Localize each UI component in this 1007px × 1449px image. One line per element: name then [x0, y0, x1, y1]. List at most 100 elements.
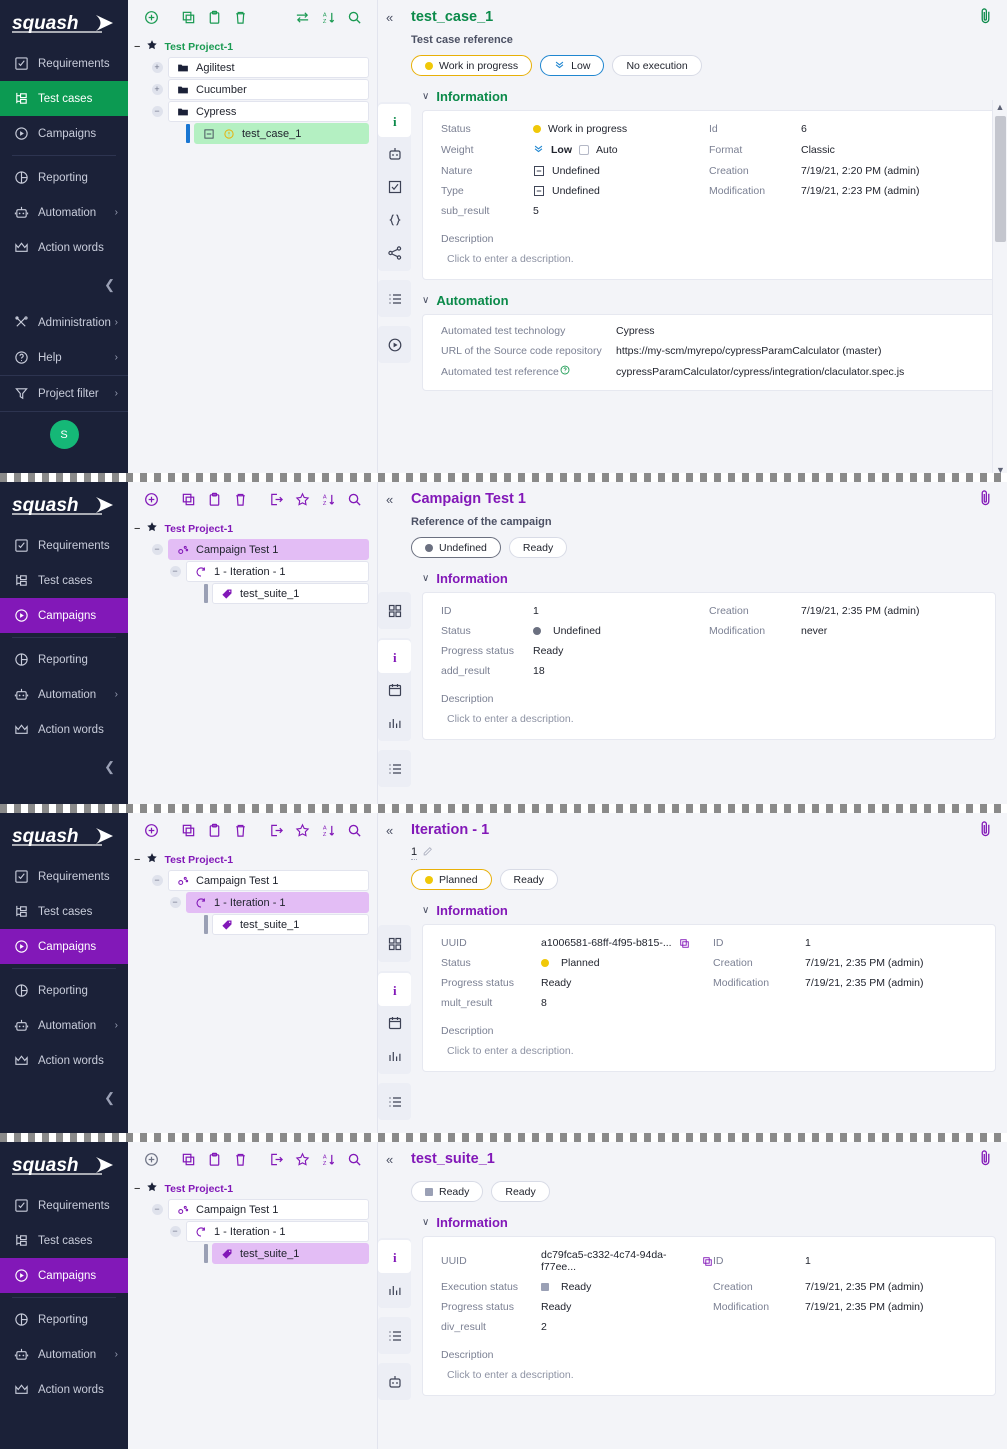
status-badge-undefined[interactable]: Undefined — [411, 537, 501, 558]
section-information-header[interactable]: ∨ Information — [422, 1215, 1007, 1230]
rail-tab-info[interactable]: i — [378, 104, 411, 137]
tree-node-row[interactable]: test_case_1 — [194, 123, 369, 144]
rail-tab-parameters[interactable] — [378, 203, 411, 236]
section-information-header[interactable]: ∨ Information — [422, 571, 1007, 586]
paste-icon[interactable] — [201, 486, 227, 512]
description-placeholder[interactable]: Click to enter a description. — [429, 713, 995, 725]
section-information-header[interactable]: ∨ Information — [422, 903, 1007, 918]
search-icon[interactable] — [341, 486, 367, 512]
nav-collapse-button[interactable]: ❮ — [0, 1078, 128, 1118]
sort-icon[interactable]: AZ — [315, 4, 341, 30]
sidebar-item-requirements[interactable]: Requirements — [0, 1188, 128, 1223]
sort-icon[interactable]: AZ — [315, 817, 341, 843]
sidebar-item-automation[interactable]: Automation › — [0, 195, 128, 230]
tree-node-test-suite-1[interactable]: test_suite_1 — [128, 583, 377, 604]
edit-pencil-icon[interactable] — [422, 846, 433, 860]
tree-node-campaign-test-1[interactable]: − Campaign Test 1 — [128, 870, 377, 891]
tree-node-test-case-1[interactable]: test_case_1 — [128, 123, 377, 144]
export-icon[interactable] — [263, 817, 289, 843]
add-icon[interactable] — [138, 817, 164, 843]
sidebar-item-campaigns[interactable]: Campaigns — [0, 929, 128, 964]
tree-node-row[interactable]: Campaign Test 1 — [168, 870, 369, 891]
tree-node-cypress[interactable]: − Cypress — [128, 101, 377, 122]
expander-icon[interactable]: − — [134, 523, 140, 535]
collapse-box-icon[interactable] — [202, 128, 215, 140]
copy-icon[interactable] — [175, 1146, 201, 1172]
expander-icon[interactable]: + — [152, 62, 163, 73]
paste-icon[interactable] — [201, 4, 227, 30]
sidebar-item-administration[interactable]: Administration › — [0, 305, 128, 340]
add-icon[interactable] — [138, 1146, 164, 1172]
tree-node-iteration-1[interactable]: − 1 - Iteration - 1 — [128, 892, 377, 913]
tree-node-row[interactable]: Campaign Test 1 — [168, 1199, 369, 1220]
transfer-icon[interactable] — [289, 4, 315, 30]
rail-tab-dashboard[interactable] — [378, 594, 411, 627]
attachment-icon[interactable] — [978, 489, 993, 506]
export-icon[interactable] — [263, 1146, 289, 1172]
collapse-panel-button[interactable]: « — [386, 492, 393, 507]
status-badge-planned[interactable]: Planned — [411, 869, 492, 890]
sort-icon[interactable]: AZ — [315, 1146, 341, 1172]
sidebar-item-test-cases[interactable]: Test cases — [0, 1223, 128, 1258]
sidebar-item-test-cases[interactable]: Test cases — [0, 894, 128, 929]
tree-node-iteration-1[interactable]: − 1 - Iteration - 1 — [128, 561, 377, 582]
rail-tab-info[interactable]: i — [378, 640, 411, 673]
copy-icon[interactable] — [679, 938, 690, 949]
copy-icon[interactable] — [175, 817, 201, 843]
sidebar-item-reporting[interactable]: Reporting — [0, 642, 128, 677]
expander-icon[interactable]: − — [152, 1204, 163, 1215]
delete-icon[interactable] — [227, 1146, 253, 1172]
attachment-icon[interactable] — [978, 820, 993, 837]
collapse-panel-button[interactable]: « — [386, 10, 393, 25]
rail-tab-calendar[interactable] — [378, 673, 411, 706]
copy-icon[interactable] — [175, 486, 201, 512]
tree-root[interactable]: − Test Project-1 — [128, 36, 377, 57]
rail-tab-automation[interactable] — [378, 1365, 411, 1398]
tree-node-row[interactable]: 1 - Iteration - 1 — [186, 892, 369, 913]
sidebar-item-requirements[interactable]: Requirements — [0, 528, 128, 563]
rail-tab-info[interactable]: i — [378, 1240, 411, 1273]
copy-icon[interactable] — [175, 4, 201, 30]
star-icon[interactable] — [289, 817, 315, 843]
collapse-panel-button[interactable]: « — [386, 823, 393, 838]
attachment-icon[interactable] — [978, 7, 993, 24]
tree-node-iteration-1[interactable]: − 1 - Iteration - 1 — [128, 1221, 377, 1242]
help-icon[interactable] — [560, 366, 570, 378]
description-placeholder[interactable]: Click to enter a description. — [429, 1045, 995, 1057]
sidebar-item-campaigns[interactable]: Campaigns — [0, 116, 128, 151]
expander-icon[interactable]: − — [170, 1226, 181, 1237]
nav-collapse-button[interactable]: ❮ — [0, 747, 128, 787]
paste-icon[interactable] — [201, 1146, 227, 1172]
description-placeholder[interactable]: Click to enter a description. — [429, 1369, 995, 1381]
sidebar-item-automation[interactable]: Automation › — [0, 677, 128, 712]
rail-tab-list[interactable] — [378, 752, 411, 785]
tree-node-test-suite-1[interactable]: test_suite_1 — [128, 1243, 377, 1264]
tree-node-test-suite-1[interactable]: test_suite_1 — [128, 914, 377, 935]
rail-tab-statistics[interactable] — [378, 1273, 411, 1306]
sidebar-item-reporting[interactable]: Reporting — [0, 1302, 128, 1337]
status-badge-work-in-progress[interactable]: Work in progress — [411, 55, 532, 76]
sidebar-item-automation[interactable]: Automation › — [0, 1008, 128, 1043]
expander-icon[interactable]: − — [134, 41, 140, 53]
expander-icon[interactable]: − — [170, 897, 181, 908]
tree-node-campaign-test-1[interactable]: − Campaign Test 1 — [128, 539, 377, 560]
expander-icon[interactable]: − — [134, 1183, 140, 1195]
search-icon[interactable] — [341, 4, 367, 30]
sidebar-item-campaigns[interactable]: Campaigns — [0, 598, 128, 633]
sidebar-item-requirements[interactable]: Requirements — [0, 859, 128, 894]
export-icon[interactable] — [263, 486, 289, 512]
rail-tab-automation[interactable] — [378, 137, 411, 170]
search-icon[interactable] — [341, 817, 367, 843]
status-badge-execution[interactable]: No execution — [612, 55, 701, 76]
status-badge-progress[interactable]: Ready — [509, 537, 567, 558]
rail-tab-list[interactable] — [378, 1085, 411, 1118]
star-icon[interactable] — [289, 486, 315, 512]
sidebar-item-campaigns[interactable]: Campaigns — [0, 1258, 128, 1293]
tree-node-row[interactable]: 1 - Iteration - 1 — [186, 1221, 369, 1242]
rail-tab-list[interactable] — [378, 1319, 411, 1352]
expander-icon[interactable]: + — [152, 84, 163, 95]
reference-editable[interactable]: 1 — [411, 846, 1007, 860]
vertical-scrollbar[interactable]: ▲ ▼ — [992, 100, 1007, 477]
tree-root[interactable]: − Test Project-1 — [128, 849, 377, 870]
delete-icon[interactable] — [227, 817, 253, 843]
